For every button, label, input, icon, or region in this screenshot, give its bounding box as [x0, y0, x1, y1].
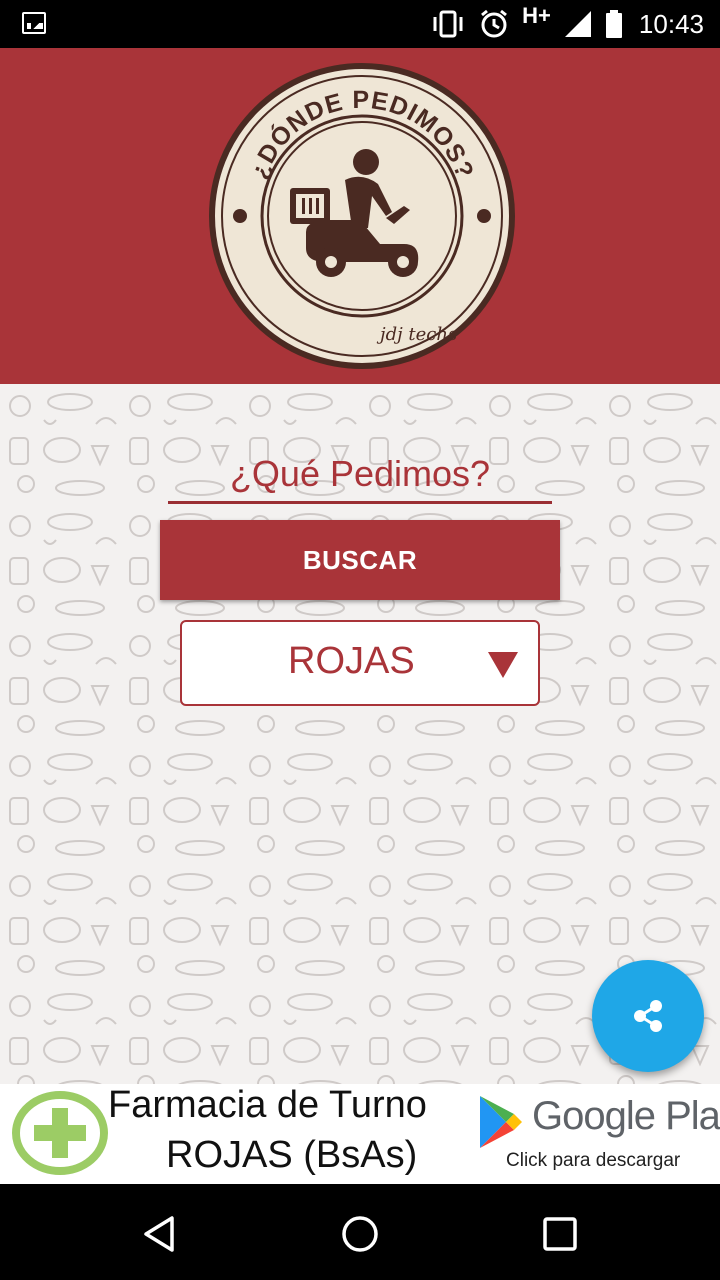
navigation-bar [0, 1184, 720, 1280]
ad-banner[interactable]: Farmacia de Turno ROJAS (BsAs) Google Pl… [0, 1084, 720, 1184]
buscar-button[interactable]: BUSCAR [160, 520, 560, 600]
back-icon[interactable] [138, 1212, 182, 1256]
home-icon[interactable] [338, 1212, 382, 1256]
dropdown-arrow-icon [488, 652, 518, 678]
share-icon [634, 1000, 662, 1032]
network-type: H+ [522, 3, 551, 28]
image-icon [22, 12, 46, 34]
app-header: ¿DÓNDE PEDIMOS? jdj techs [0, 48, 720, 384]
vibrate-icon [433, 10, 463, 38]
status-bar: H+ 10:43 [0, 0, 720, 48]
status-icons: H+ 10:43 [430, 0, 704, 48]
download-cta: Click para descargar [506, 1150, 681, 1171]
battery-icon [605, 10, 622, 38]
city-dropdown-value: ROJAS [288, 640, 415, 682]
alarm-icon [481, 9, 508, 38]
city-dropdown[interactable]: ROJAS [180, 620, 540, 706]
search-placeholder: ¿Qué Pedimos? [229, 453, 491, 494]
ad-title: Farmacia de Turno [108, 1084, 427, 1126]
app-logo: ¿DÓNDE PEDIMOS? jdj techs [209, 63, 515, 369]
pharmacy-cross-icon [12, 1091, 108, 1175]
google-play-label: Google Play [532, 1094, 720, 1138]
ad-subtitle: ROJAS (BsAs) [166, 1134, 418, 1176]
search-input[interactable]: ¿Qué Pedimos? [168, 454, 552, 504]
google-play-icon [480, 1096, 522, 1148]
signal-icon [564, 11, 591, 37]
recents-icon[interactable] [538, 1212, 582, 1256]
share-button[interactable] [592, 960, 704, 1072]
clock: 10:43 [638, 8, 704, 39]
logo-signature: jdj techs [376, 324, 457, 345]
